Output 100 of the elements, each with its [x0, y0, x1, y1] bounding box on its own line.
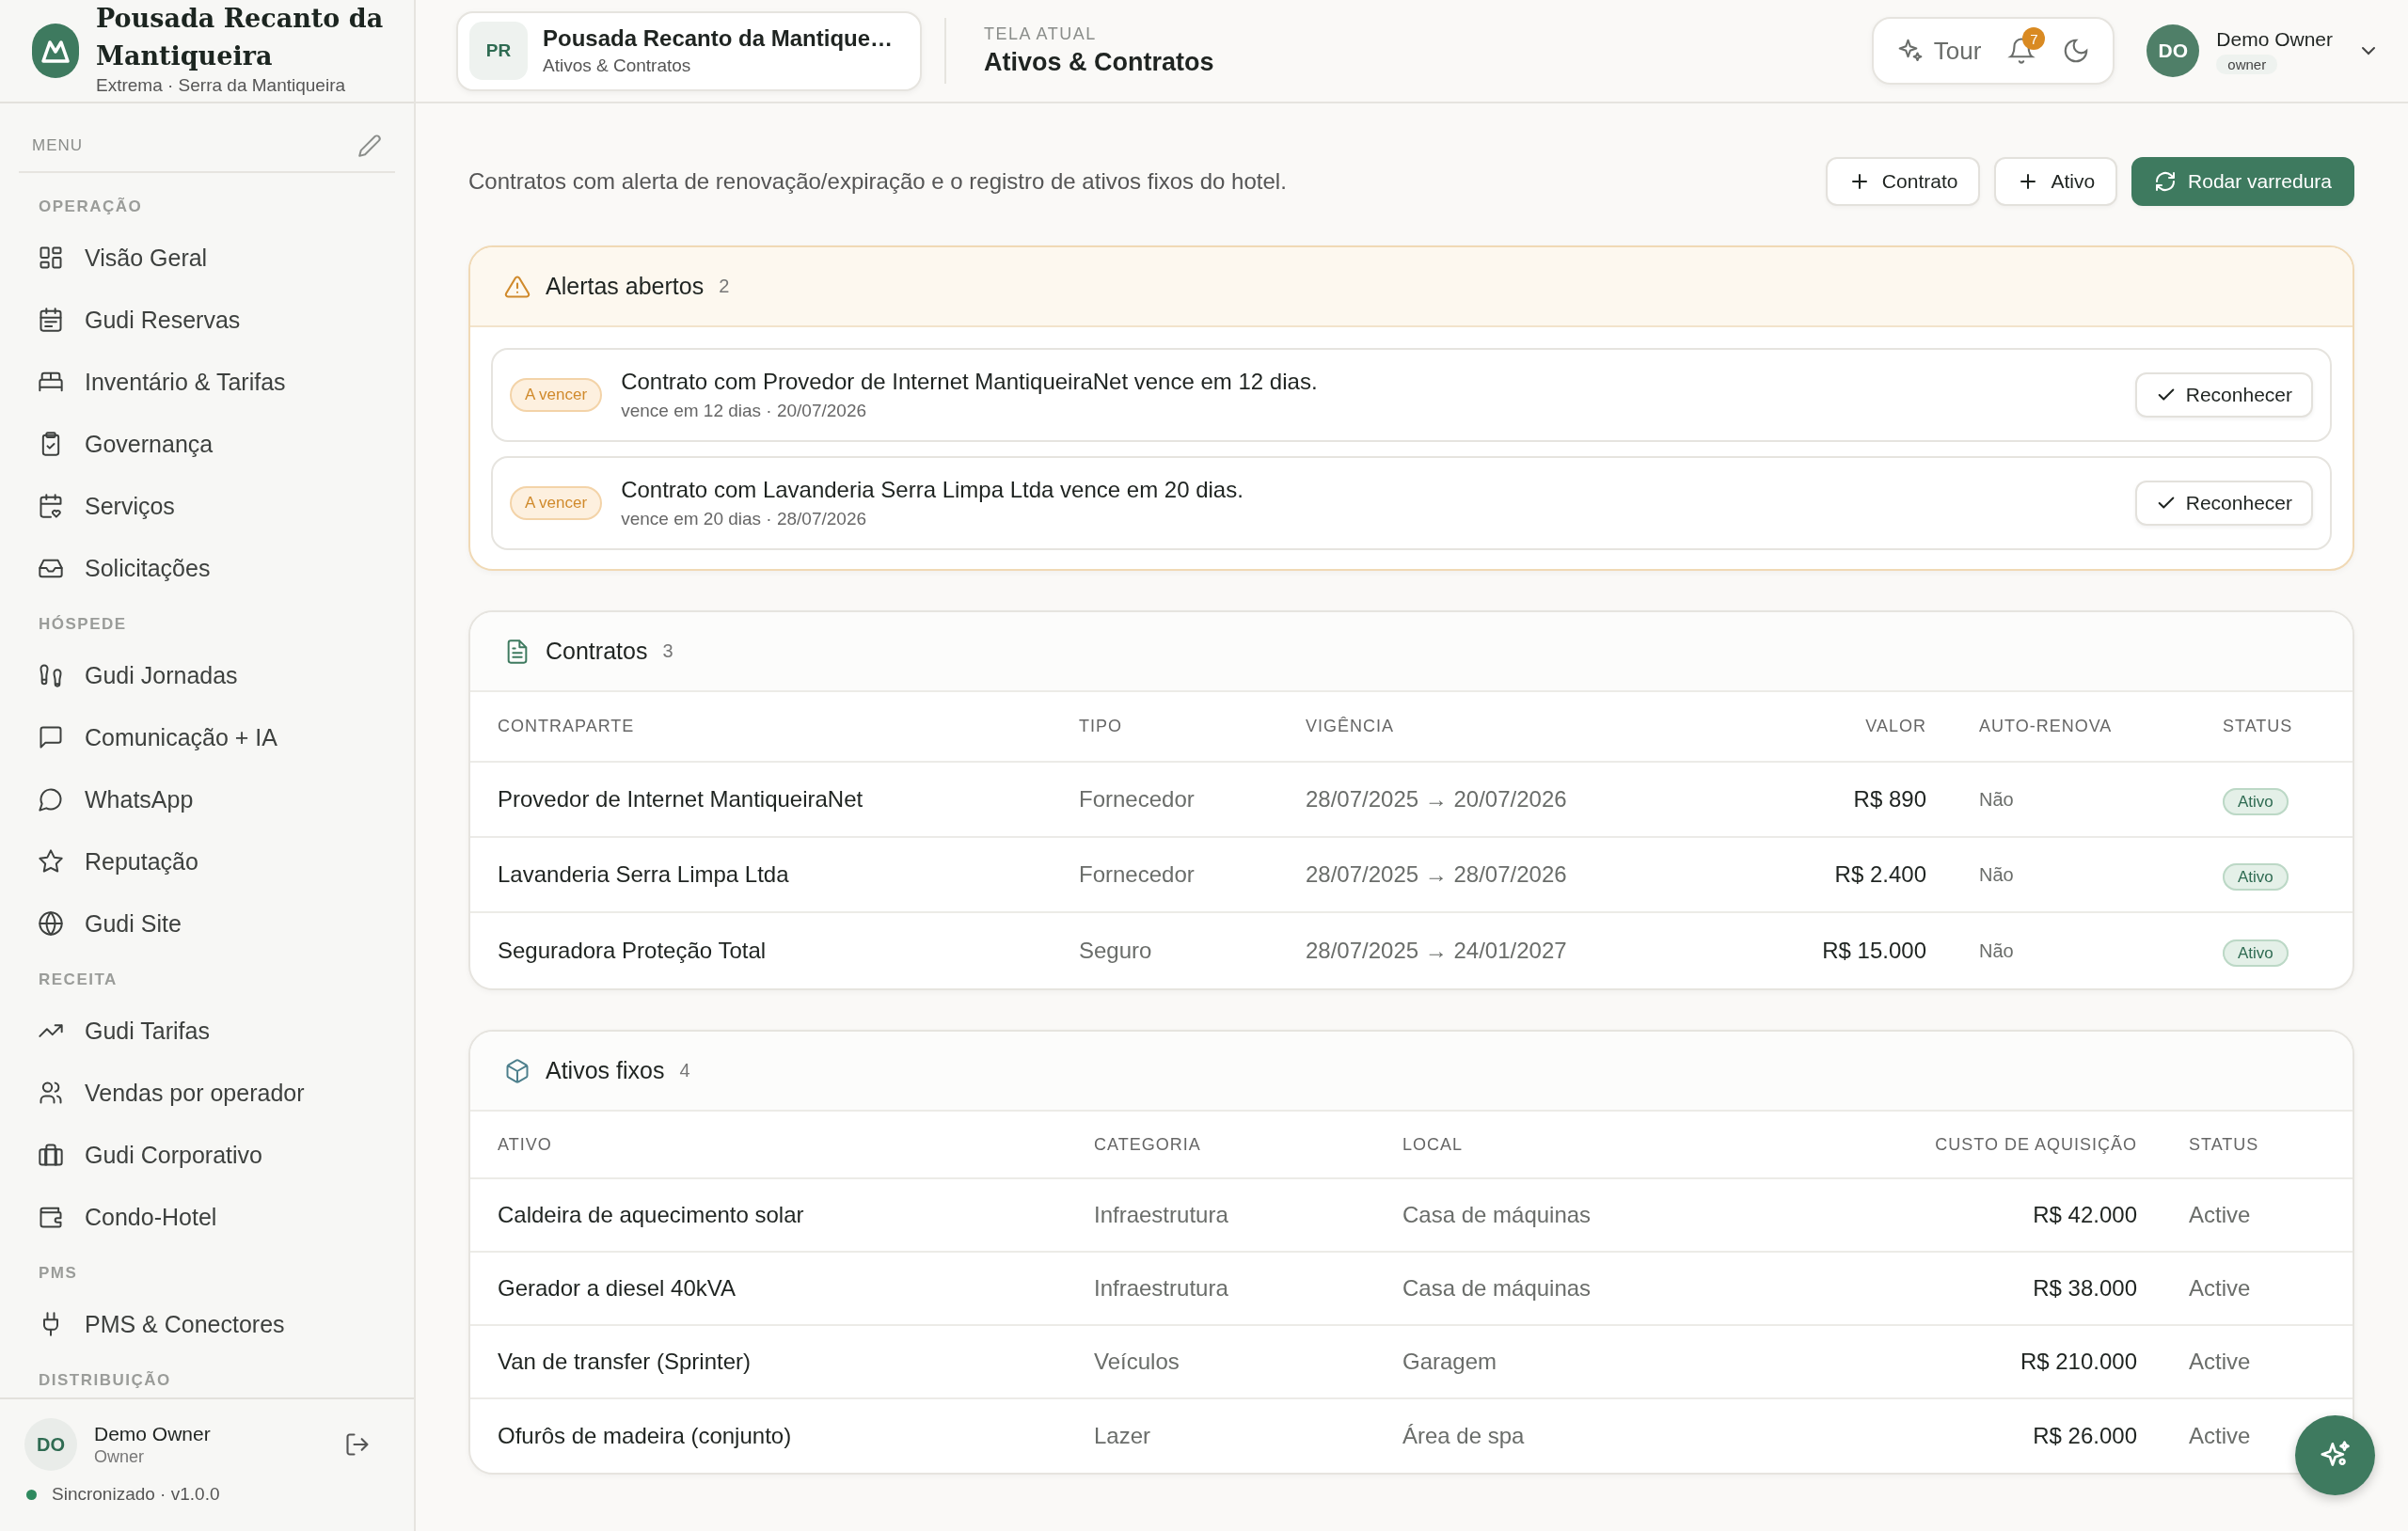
- table-cell-text: Active: [2188, 1275, 2251, 1302]
- hotel-location: Extrema · Serra da Mantiqueira: [96, 75, 347, 96]
- bell-icon: [2007, 37, 2036, 65]
- column-header: STATUS: [2223, 717, 2293, 736]
- section-label: HÓSPEDE: [38, 614, 128, 635]
- table-cell: Casa de máquinas: [1402, 1202, 1592, 1228]
- sidebar-item[interactable]: WhatsApp: [19, 768, 395, 830]
- item-count: 4: [679, 1060, 690, 1081]
- sidebar-item[interactable]: Gudi Jornadas: [19, 644, 395, 706]
- alert-badge: A vencer: [510, 486, 603, 520]
- table-cell: R$ 2.400: [1834, 861, 1926, 888]
- sync-status: Sincronizado · v1.0.0: [52, 1484, 220, 1505]
- acknowledge-button[interactable]: Reconhecer: [2134, 481, 2313, 526]
- screen-label: TELA ATUAL: [984, 24, 1098, 44]
- property-switcher[interactable]: PR Pousada Recanto da Mantique… Ativos & Contratos: [456, 10, 922, 91]
- footprints-icon: [38, 662, 64, 688]
- user-avatar: DO: [24, 1418, 77, 1471]
- table-cell-text: Active: [2188, 1349, 2251, 1375]
- edit-icon[interactable]: [357, 134, 382, 158]
- property-subtitle: Ativos & Contratos: [543, 55, 692, 76]
- table-cell: R$ 890: [1853, 786, 1926, 813]
- alert-message: Contrato com Provedor de Internet MantiqueiraNet vence em 12 dias.: [621, 369, 1319, 395]
- refresh-icon: [2154, 170, 2178, 193]
- table-cell-text: Provedor de Internet MantiqueiraNet: [497, 786, 863, 813]
- table-cell: Fornecedor: [1079, 861, 1195, 888]
- status-badge: Ativo: [2223, 788, 2289, 815]
- table-cell-text: Active: [2188, 1202, 2251, 1228]
- status-badge: Ativo: [2223, 939, 2289, 967]
- column-header: VALOR: [1865, 717, 1926, 736]
- column-header: STATUS: [2188, 1134, 2259, 1155]
- sidebar-item[interactable]: Reputação: [19, 830, 395, 892]
- column-header: VIGÊNCIA: [1306, 717, 1395, 736]
- user-avatar: DO: [2147, 24, 2200, 77]
- section-label: DISTRIBUIÇÃO: [38, 1370, 172, 1391]
- table-cell: Infraestrutura: [1094, 1275, 1228, 1302]
- table-cell: Área de spa: [1402, 1423, 1525, 1449]
- table-cell: R$ 210.000: [2020, 1349, 2137, 1375]
- table-cell: Casa de máquinas: [1402, 1275, 1592, 1302]
- alert-detail: vence em 12 dias · 20/07/2026: [621, 401, 868, 421]
- sidebar-item[interactable]: Solicitações: [19, 537, 395, 599]
- logout-icon[interactable]: [344, 1431, 371, 1458]
- sidebar-item[interactable]: Serviços: [19, 475, 395, 537]
- role-chip: owner: [2216, 54, 2278, 74]
- table-cell: Lazer: [1094, 1423, 1151, 1449]
- card-title: Alertas abertos: [546, 273, 705, 300]
- sidebar-item[interactable]: Gudi Tarifas: [19, 1000, 395, 1062]
- grid-icon: [38, 245, 64, 271]
- property-avatar: PR: [469, 22, 528, 80]
- status-badge: Ativo: [2223, 863, 2289, 891]
- acknowledge-button[interactable]: Reconhecer: [2134, 372, 2313, 418]
- sidebar-item[interactable]: Governança: [19, 413, 395, 475]
- property-name: Pousada Recanto da Mantique…: [543, 25, 894, 52]
- table-cell: Infraestrutura: [1094, 1202, 1228, 1228]
- assistant-button[interactable]: [2295, 1415, 2375, 1495]
- table-cell: Veículos: [1094, 1349, 1180, 1375]
- briefcase-icon: [38, 1142, 64, 1168]
- mountain-logo-icon: [32, 24, 79, 78]
- add-button[interactable]: Ativo: [1994, 157, 2118, 206]
- table-cell-text: Active: [2188, 1423, 2251, 1449]
- table-cell-text: Ofurôs de madeira (conjunto): [497, 1423, 792, 1449]
- column-header: CONTRAPARTE: [497, 717, 635, 736]
- sidebar-item[interactable]: Gudi Site: [19, 892, 395, 955]
- table-cell: R$ 26.000: [2033, 1423, 2137, 1449]
- sidebar-item[interactable]: Gudi Corporativo: [19, 1124, 395, 1186]
- section-label: RECEITA: [38, 970, 119, 990]
- hotel-name: Pousada Recanto da Mantiqueira: [96, 3, 385, 72]
- table-cell: 28/07/2025 → 20/07/2026: [1306, 786, 1567, 813]
- alert-badge: A vencer: [510, 378, 603, 412]
- add-button[interactable]: Contrato: [1825, 157, 1981, 206]
- column-header: LOCAL: [1402, 1134, 1464, 1155]
- sidebar-item[interactable]: Condo-Hotel: [19, 1186, 395, 1248]
- screen-title: Ativos & Contratos: [984, 48, 1214, 77]
- menu-label: MENU: [32, 136, 84, 155]
- card-title: Ativos fixos: [546, 1057, 665, 1084]
- table-cell: 28/07/2025 → 28/07/2026: [1306, 861, 1567, 888]
- alert-message: Contrato com Lavanderia Serra Limpa Ltda vence em 20 dias.: [621, 477, 1244, 503]
- section-label: PMS: [38, 1263, 79, 1284]
- column-header: TIPO: [1079, 717, 1122, 736]
- card-title: Contratos: [546, 638, 648, 665]
- sidebar-item[interactable]: PMS & Conectores: [19, 1293, 395, 1355]
- table-cell-text: Caldeira de aquecimento solar: [497, 1202, 804, 1228]
- sidebar-item[interactable]: Visão Geral: [19, 227, 395, 289]
- user-menu[interactable]: DO Demo Owner owner: [2147, 24, 2380, 77]
- sidebar-item[interactable]: Vendas por operador: [19, 1062, 395, 1124]
- sidebar-item[interactable]: Comunicação + IA: [19, 706, 395, 768]
- user-role: Owner: [94, 1446, 145, 1467]
- table-cell: Seguro: [1079, 938, 1152, 964]
- sidebar-item[interactable]: Gudi Reservas: [19, 289, 395, 351]
- page-description: Contratos com alerta de renovação/expiração e o registro de ativos fixos do hotel.: [468, 168, 1288, 195]
- user-name: Demo Owner: [2216, 27, 2333, 51]
- alert-detail: vence em 20 dias · 28/07/2026: [621, 509, 868, 529]
- sidebar-item[interactable]: Inventário & Tarifas: [19, 351, 395, 413]
- table-cell: R$ 15.000: [1822, 938, 1926, 964]
- table-cell: Fornecedor: [1079, 786, 1195, 813]
- tour-button[interactable]: Tour: [1884, 25, 1993, 76]
- globe-icon: [38, 910, 64, 937]
- table-cell-text: Não: [1978, 863, 2014, 886]
- scan-button[interactable]: Rodar varredura: [2131, 157, 2354, 206]
- column-header: AUTO-RENOVA: [1978, 717, 2113, 736]
- table-cell-text: Seguradora Proteção Total: [497, 938, 767, 964]
